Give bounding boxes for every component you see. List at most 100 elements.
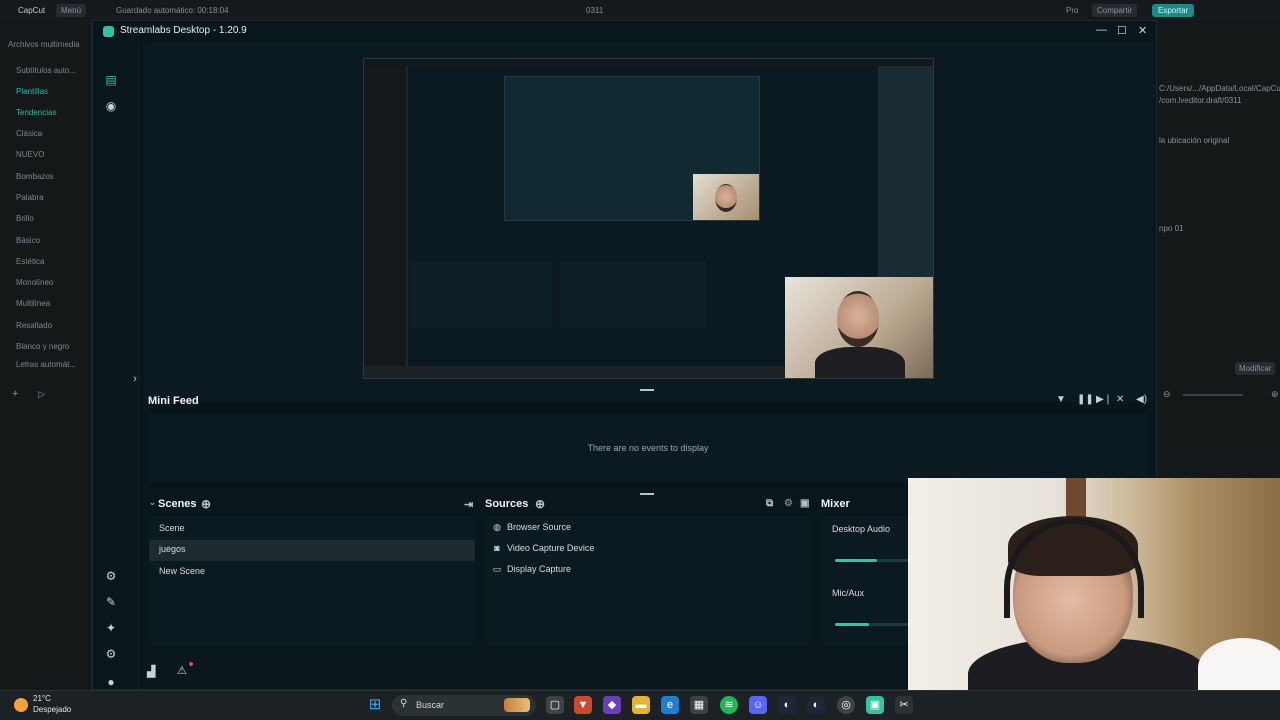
steam-2-icon[interactable]: ◐ <box>807 696 825 714</box>
sidebar-item[interactable]: Resaltado <box>16 321 52 330</box>
sources-list: ◍ Browser Source ◙ Video Capture Device ▭ D… <box>485 516 810 645</box>
cursor-icon[interactable]: ▷ <box>38 389 45 400</box>
capcut-sidebar: Archivos multimedia Subtítulos auto... P… <box>0 22 92 690</box>
profile-icon[interactable]: ● <box>103 675 119 689</box>
nested-scenes <box>412 262 552 328</box>
source-item[interactable]: ◙ Video Capture Device <box>491 543 594 553</box>
weather-temperature[interactable]: 21°C <box>33 694 51 703</box>
sidebar-item[interactable]: Letras automát... <box>16 360 76 369</box>
mini-feed-title: Mini Feed <box>148 395 199 407</box>
sidebar-item[interactable]: Bombazos <box>16 172 54 181</box>
source-settings-icon[interactable]: ⚙ <box>784 498 793 509</box>
highlighter-icon[interactable]: ✎ <box>103 595 119 609</box>
zoom-out-icon[interactable]: ⊖ <box>1163 389 1171 400</box>
obs-icon[interactable]: ◎ <box>837 696 855 714</box>
chair-back <box>1198 638 1280 690</box>
studio-mode-icon[interactable]: ⚙ <box>103 569 119 583</box>
close-button[interactable]: ✕ <box>1138 24 1147 37</box>
sidebar-item[interactable]: Monolíneo <box>16 278 53 287</box>
mixer-title: Mixer <box>821 498 850 510</box>
scenes-list: Scene juegos New Scene <box>149 516 475 645</box>
sidebar-item[interactable]: Brillo <box>16 214 34 223</box>
spotify-icon[interactable]: ≋ <box>720 696 738 714</box>
brave-icon[interactable]: ▼ <box>574 696 592 714</box>
export-button[interactable]: Exportar <box>1152 4 1195 17</box>
copilot-icon[interactable]: ◆ <box>603 696 621 714</box>
mute-alerts-icon[interactable]: ✕ <box>1116 394 1124 405</box>
add-icon[interactable]: + <box>12 388 18 400</box>
capcut-taskbar-icon[interactable]: ✂ <box>895 696 913 714</box>
pro-badge[interactable]: Pro <box>1066 6 1078 15</box>
capcut-menu-button[interactable]: Menú <box>56 4 87 17</box>
search-placeholder: Buscar <box>416 700 445 710</box>
share-button[interactable]: Compartir <box>1092 4 1138 17</box>
desktop-audio-meter[interactable] <box>835 559 877 562</box>
alerts-icon[interactable]: ⚠ <box>177 664 187 677</box>
sidebar-item[interactable]: Básico <box>16 236 40 245</box>
sidebar-item[interactable]: Subtítulos auto... <box>16 66 76 75</box>
scenes-title: Scenes <box>158 498 197 510</box>
discord-icon[interactable]: ☺ <box>749 696 767 714</box>
sidebar-item[interactable]: Multilínea <box>16 299 50 308</box>
store-icon[interactable]: ▦ <box>690 696 708 714</box>
stream-preview[interactable] <box>145 43 1153 402</box>
source-item[interactable]: ▭ Display Capture <box>491 564 571 575</box>
streamlabs-taskbar-icon[interactable]: ▣ <box>866 696 884 714</box>
nested-topbar <box>364 59 933 66</box>
scene-item-selected[interactable]: juegos <box>149 540 475 561</box>
sidebar-item[interactable]: Plantillas <box>16 87 48 96</box>
add-folder-icon[interactable]: ▣ <box>800 498 809 509</box>
folder-view-icon[interactable]: ⧉ <box>766 498 773 509</box>
taskbar-search[interactable]: ⚲ Buscar <box>392 695 536 716</box>
performance-icon[interactable]: ▟ <box>147 665 155 678</box>
minimize-button[interactable]: — <box>1096 24 1107 36</box>
settings-icon[interactable]: ⚙ <box>103 647 119 661</box>
zoom-slider[interactable] <box>1183 394 1243 396</box>
sidebar-item[interactable]: NUEVO <box>16 150 44 159</box>
volume-icon[interactable]: ◀) <box>1136 394 1147 405</box>
resize-handle[interactable] <box>640 493 654 495</box>
collapse-scenes-icon[interactable]: ⌄ <box>149 498 156 507</box>
task-view-icon[interactable]: ▢ <box>546 696 564 714</box>
windows-taskbar: 21°C Despejado ⊞ ⚲ Buscar ▢ ▼ ◆ ▬ e ▦ ≋ … <box>0 690 1280 720</box>
sidebar-item[interactable]: Estética <box>16 257 44 266</box>
edge-icon[interactable]: e <box>661 696 679 714</box>
editor-icon[interactable]: ▤ <box>103 73 119 87</box>
mic-aux-meter[interactable] <box>835 623 869 626</box>
media-tab[interactable]: Archivos multimedia <box>8 40 80 49</box>
record-icon[interactable]: ◉ <box>103 99 119 113</box>
mixer-panel: Desktop Audio Mic/Aux <box>821 516 911 645</box>
sidebar-item[interactable]: Clásica <box>16 129 42 138</box>
nested-webcam-overlay <box>785 277 933 378</box>
sidebar-item[interactable]: Blanco y negro <box>16 342 69 351</box>
weather-condition[interactable]: Despejado <box>33 705 71 714</box>
nested-sidebar <box>364 66 406 366</box>
search-icon: ⚲ <box>400 698 408 709</box>
pause-icon[interactable]: ❚❚ <box>1077 394 1094 405</box>
clip-label: npo 01 <box>1159 224 1184 233</box>
sidebar-item[interactable]: Palabra <box>16 193 44 202</box>
scene-transitions-icon[interactable]: ⇥ <box>464 498 473 511</box>
maximize-button[interactable]: ☐ <box>1117 24 1127 37</box>
file-explorer-icon[interactable]: ▬ <box>632 696 650 714</box>
add-scene-icon[interactable]: ⊕ <box>201 497 211 511</box>
modify-button[interactable]: Modificar <box>1235 362 1276 375</box>
nested-preview <box>504 76 760 221</box>
skip-icon[interactable]: ▶❘ <box>1096 394 1112 405</box>
window-title: Streamlabs Desktop - 1.20.9 <box>120 25 247 36</box>
sidebar-item[interactable]: Tendencias <box>16 108 56 117</box>
original-location: la ubicación original <box>1159 136 1230 145</box>
start-icon[interactable]: ⊞ <box>366 696 384 714</box>
zoom-in-icon[interactable]: ⊕ <box>1271 389 1279 400</box>
add-source-icon[interactable]: ⊕ <box>535 497 545 511</box>
mixer-channel-label: Desktop Audio <box>832 524 891 534</box>
filter-icon[interactable]: ▼ <box>1056 394 1066 405</box>
steam-icon[interactable]: ◐ <box>778 696 796 714</box>
scene-item[interactable]: Scene <box>149 519 475 539</box>
globe-icon: ◍ <box>493 522 501 532</box>
collapse-arrow-icon[interactable]: › <box>127 373 143 385</box>
magic-icon[interactable]: ✦ <box>103 621 119 635</box>
scene-item[interactable]: New Scene <box>149 562 475 582</box>
empty-message: There are no events to display <box>587 443 709 453</box>
source-item[interactable]: ◍ Browser Source <box>491 522 571 533</box>
